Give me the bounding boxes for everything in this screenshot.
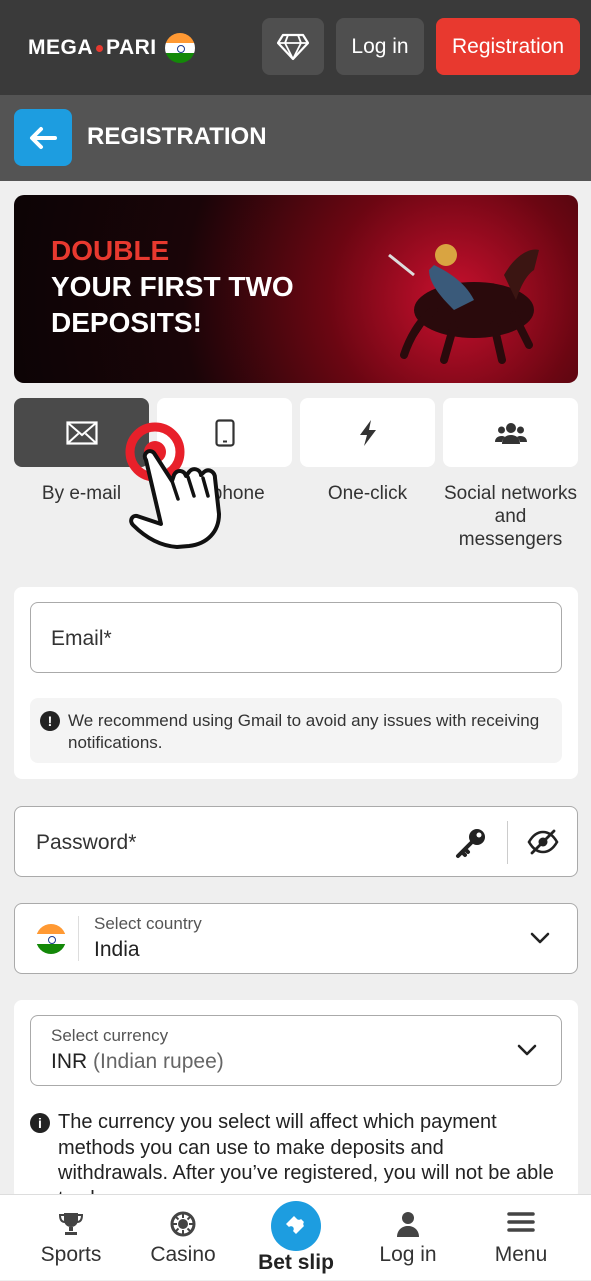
currency-card: Select currency INR (Indian rupee) i The… <box>14 1000 578 1210</box>
nav-label-login: Log in <box>379 1243 437 1266</box>
lightning-icon <box>359 419 376 446</box>
email-notice-text: We recommend using Gmail to avoid any is… <box>68 711 540 752</box>
email-field[interactable]: Email* <box>30 602 562 673</box>
page-title: REGISTRATION <box>87 123 267 150</box>
logo[interactable]: MEGA PARI <box>28 33 195 63</box>
logo-text-right: PARI <box>106 36 157 59</box>
pointer-hand-icon <box>125 422 221 549</box>
banner-line-2: YOUR FIRST TWO <box>51 271 294 302</box>
nav-label-menu: Menu <box>494 1243 548 1266</box>
email-card: Email* ! We recommend using Gmail to avo… <box>14 587 578 779</box>
hamburger-icon <box>507 1212 535 1232</box>
country-select-value: India <box>94 938 140 961</box>
nav-item-menu[interactable]: Menu <box>466 1195 576 1281</box>
tab-label-social: Social networks and messengers <box>443 483 578 550</box>
tab-label-one-click: One-click <box>327 483 408 504</box>
key-icon[interactable] <box>455 827 487 859</box>
currency-select-value: INR (Indian rupee) <box>51 1050 224 1074</box>
page-header: REGISTRATION <box>0 95 591 181</box>
exclamation-icon: ! <box>40 711 60 731</box>
currency-name: (Indian rupee) <box>93 1050 224 1073</box>
banner-line-1: DOUBLE <box>51 235 170 266</box>
currency-select[interactable]: Select currency INR (Indian rupee) <box>30 1015 562 1086</box>
nav-item-casino[interactable]: Casino <box>128 1195 238 1281</box>
password-field-label: Password* <box>36 831 137 854</box>
tab-one-click[interactable] <box>300 398 435 467</box>
tab-social-networks[interactable] <box>443 398 578 467</box>
vip-button[interactable] <box>262 18 324 75</box>
country-select-label: Select country <box>94 914 202 933</box>
diamond-icon <box>277 33 309 60</box>
back-button[interactable] <box>14 109 72 166</box>
bet-slip-button[interactable] <box>271 1201 321 1251</box>
country-select[interactable]: Select country India <box>14 903 578 974</box>
email-notice: ! We recommend using Gmail to avoid any … <box>30 698 562 763</box>
logo-text-left: MEGA <box>28 36 93 59</box>
email-field-label: Email* <box>51 627 112 650</box>
india-flag-icon <box>164 33 195 63</box>
india-flag-icon <box>36 924 66 954</box>
casino-chip-icon <box>170 1211 196 1237</box>
promo-banner[interactable]: DOUBLE YOUR FIRST TWO DEPOSITS! <box>14 195 578 383</box>
user-icon <box>397 1212 419 1237</box>
nav-label-casino: Casino <box>150 1243 216 1266</box>
nav-label-bet-slip: Bet slip <box>258 1251 334 1274</box>
eye-slash-icon[interactable] <box>527 829 559 855</box>
envelope-icon <box>65 420 98 445</box>
chevron-down-icon <box>517 1044 537 1056</box>
ticket-icon <box>286 1216 304 1234</box>
users-icon <box>494 422 527 444</box>
currency-select-label: Select currency <box>51 1026 169 1045</box>
banner-line-3: DEPOSITS! <box>51 307 202 338</box>
info-icon: i <box>30 1113 50 1133</box>
country-divider <box>78 916 79 961</box>
trophy-icon <box>58 1213 84 1235</box>
arrow-left-icon <box>30 126 57 149</box>
nav-item-login[interactable]: Log in <box>353 1195 463 1281</box>
logo-dot <box>96 44 103 52</box>
chevron-down-icon <box>530 932 550 944</box>
nav-item-sports[interactable]: Sports <box>16 1195 126 1281</box>
top-bar: MEGA PARI Log in Registration <box>0 0 591 95</box>
password-divider <box>507 821 508 864</box>
nav-label-sports: Sports <box>40 1243 102 1266</box>
currency-code: INR <box>51 1050 88 1073</box>
login-button[interactable]: Log in <box>336 18 424 75</box>
horse-rider-image <box>388 244 539 364</box>
banner-text: DOUBLE YOUR FIRST TWO DEPOSITS! <box>51 233 294 341</box>
registration-button[interactable]: Registration <box>436 18 580 75</box>
password-field[interactable]: Password* <box>14 806 578 877</box>
